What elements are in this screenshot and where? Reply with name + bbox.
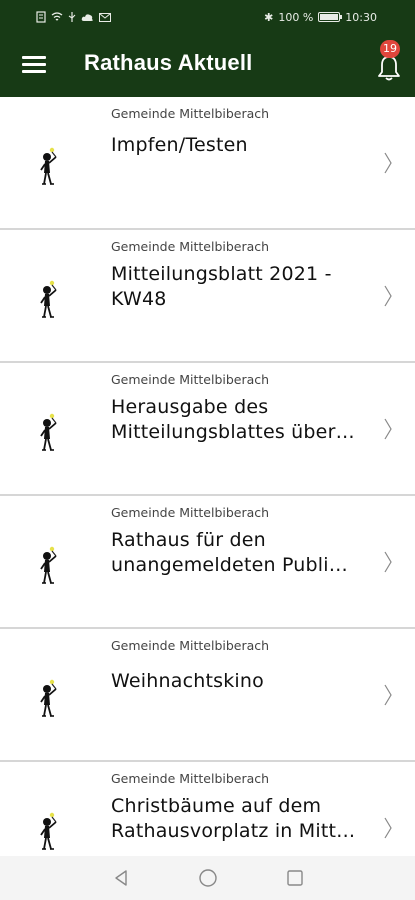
clock: 10:30: [345, 10, 377, 24]
usb-icon: [68, 11, 76, 23]
mascot-thumbnail-icon: [38, 544, 64, 586]
mascot-thumbnail-icon: [38, 810, 64, 852]
news-title-line: Weihnachtskino: [111, 670, 264, 692]
news-list-item[interactable]: Gemeinde Mittelbiberach Mitteilungsblatt …: [0, 230, 415, 363]
mascot-thumbnail-icon: [38, 411, 64, 453]
home-circle-icon[interactable]: [198, 868, 218, 888]
news-source: Gemeinde Mittelbiberach: [111, 106, 270, 121]
news-source: Gemeinde Mittelbiberach: [111, 638, 270, 653]
chevron-right-icon: [383, 284, 393, 308]
news-source: Gemeinde Mittelbiberach: [111, 505, 270, 520]
menu-icon[interactable]: [22, 56, 46, 74]
wifi-icon: [51, 12, 63, 22]
back-triangle-icon[interactable]: [112, 869, 130, 887]
news-title: Christbäume auf dem Rathausvorplatz in Mi…: [111, 794, 373, 844]
status-bar: ✱ 100 % 10:30: [0, 0, 415, 34]
bluetooth-icon: ✱: [264, 10, 274, 24]
battery-fill: [320, 14, 339, 20]
document-icon: [36, 11, 46, 23]
chevron-right-icon: [383, 550, 393, 574]
news-list: Gemeinde Mittelbiberach Impfen/Testen Gem…: [0, 97, 415, 895]
news-title-line: KW48: [111, 288, 167, 310]
app-bar: Rathaus Aktuell 19: [0, 34, 415, 97]
news-title-line: unangemeldeten Publi…: [111, 554, 348, 576]
news-title: Mitteilungsblatt 2021 - KW48: [111, 262, 373, 312]
news-title: Weihnachtskino: [111, 669, 373, 694]
news-title-line: Christbäume auf dem: [111, 795, 322, 817]
news-title: Herausgabe des Mitteilungsblattes über…: [111, 395, 373, 445]
news-list-item[interactable]: Gemeinde Mittelbiberach Rathaus für den un…: [0, 496, 415, 629]
news-source: Gemeinde Mittelbiberach: [111, 771, 270, 786]
recents-square-icon[interactable]: [286, 869, 304, 887]
battery-icon: [318, 12, 343, 22]
notification-count-badge: 19: [380, 40, 400, 58]
status-bar-notifications: [36, 11, 111, 23]
page-title: Rathaus Aktuell: [84, 50, 253, 75]
news-list-item[interactable]: Gemeinde Mittelbiberach Herausgabe des Mit…: [0, 363, 415, 496]
mascot-thumbnail-icon: [38, 145, 64, 187]
news-title: Impfen/Testen: [111, 133, 373, 158]
status-bar-system: ✱ 100 % 10:30: [264, 11, 377, 24]
mascot-thumbnail-icon: [38, 278, 64, 320]
chevron-right-icon: [383, 816, 393, 840]
chevron-right-icon: [383, 417, 393, 441]
news-source: Gemeinde Mittelbiberach: [111, 239, 270, 254]
news-list-item[interactable]: Gemeinde Mittelbiberach Weihnachtskino: [0, 629, 415, 762]
notifications-button[interactable]: 19: [372, 40, 406, 88]
chevron-right-icon: [383, 151, 393, 175]
cloud-icon: [81, 13, 94, 22]
news-title-line: Mitteilungsblattes über…: [111, 421, 355, 443]
news-title-line: Rathaus für den: [111, 529, 266, 551]
chevron-right-icon: [383, 683, 393, 707]
news-title: Rathaus für den unangemeldeten Publi…: [111, 528, 373, 578]
battery-percent: 100 %: [278, 10, 314, 24]
system-navigation-bar: [0, 856, 415, 900]
mail-icon: [99, 12, 111, 22]
bell-icon: [378, 56, 400, 81]
news-list-item[interactable]: Gemeinde Mittelbiberach Impfen/Testen: [0, 97, 415, 230]
news-title-line: Rathausvorplatz in Mitt…: [111, 820, 356, 842]
news-title-line: Impfen/Testen: [111, 134, 248, 156]
mascot-thumbnail-icon: [38, 677, 64, 719]
news-source: Gemeinde Mittelbiberach: [111, 372, 270, 387]
news-title-line: Mitteilungsblatt 2021 -: [111, 263, 332, 285]
news-title-line: Herausgabe des: [111, 396, 269, 418]
